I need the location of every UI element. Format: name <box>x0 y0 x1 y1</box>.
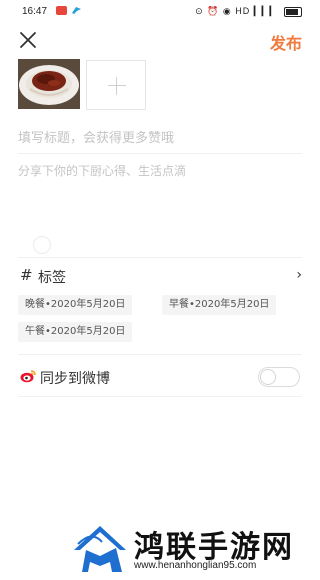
tag-chip-dinner[interactable]: 晚餐•2020年5月20日 <box>18 295 133 315</box>
status-indicators: ⊙ ⏰ ◉ HD ▎▎▎ <box>195 6 302 17</box>
tag-row[interactable]: # 标签 › <box>18 264 302 288</box>
battery-icon <box>284 6 302 17</box>
title-divider <box>18 153 302 154</box>
notification-app-icon <box>56 6 67 15</box>
status-bar: 16:47 ⊙ ⏰ ◉ HD ▎▎▎ <box>0 0 320 24</box>
title-input[interactable] <box>18 128 302 148</box>
add-photo-button[interactable] <box>86 60 146 110</box>
weibo-icon <box>20 370 36 383</box>
tags-divider <box>18 354 302 355</box>
description-divider <box>18 257 302 258</box>
watermark-url: www.henanhonglian95.com <box>134 560 257 571</box>
toggle-knob <box>260 369 276 385</box>
sync-weibo-toggle[interactable] <box>258 367 300 387</box>
status-indicator-text: ⊙ ⏰ ◉ HD ▎▎▎ <box>195 6 278 16</box>
food-photo <box>18 59 80 109</box>
close-icon[interactable] <box>16 28 40 52</box>
sync-divider <box>18 396 302 397</box>
description-input[interactable] <box>18 162 302 222</box>
watermark-logo <box>74 526 126 572</box>
hash-icon: # <box>20 266 33 284</box>
status-time: 16:47 <box>22 6 48 17</box>
tag-chip-lunch[interactable]: 午餐•2020年5月20日 <box>18 322 133 342</box>
sync-weibo-label: 同步到微博 <box>40 371 110 387</box>
chevron-right-icon: › <box>296 267 302 283</box>
watermark: 鸿联手游网 www.henanhonglian95.com <box>72 520 312 576</box>
emoji-button[interactable] <box>33 236 51 254</box>
publish-button[interactable]: 发布 <box>270 30 302 54</box>
tag-chip-breakfast[interactable]: 早餐•2020年5月20日 <box>162 295 277 315</box>
tag-label: 标签 <box>38 270 66 286</box>
notification-bird-icon <box>72 7 81 14</box>
photo-thumbnail[interactable] <box>18 59 80 109</box>
sync-weibo-row: 同步到微博 <box>18 364 302 390</box>
